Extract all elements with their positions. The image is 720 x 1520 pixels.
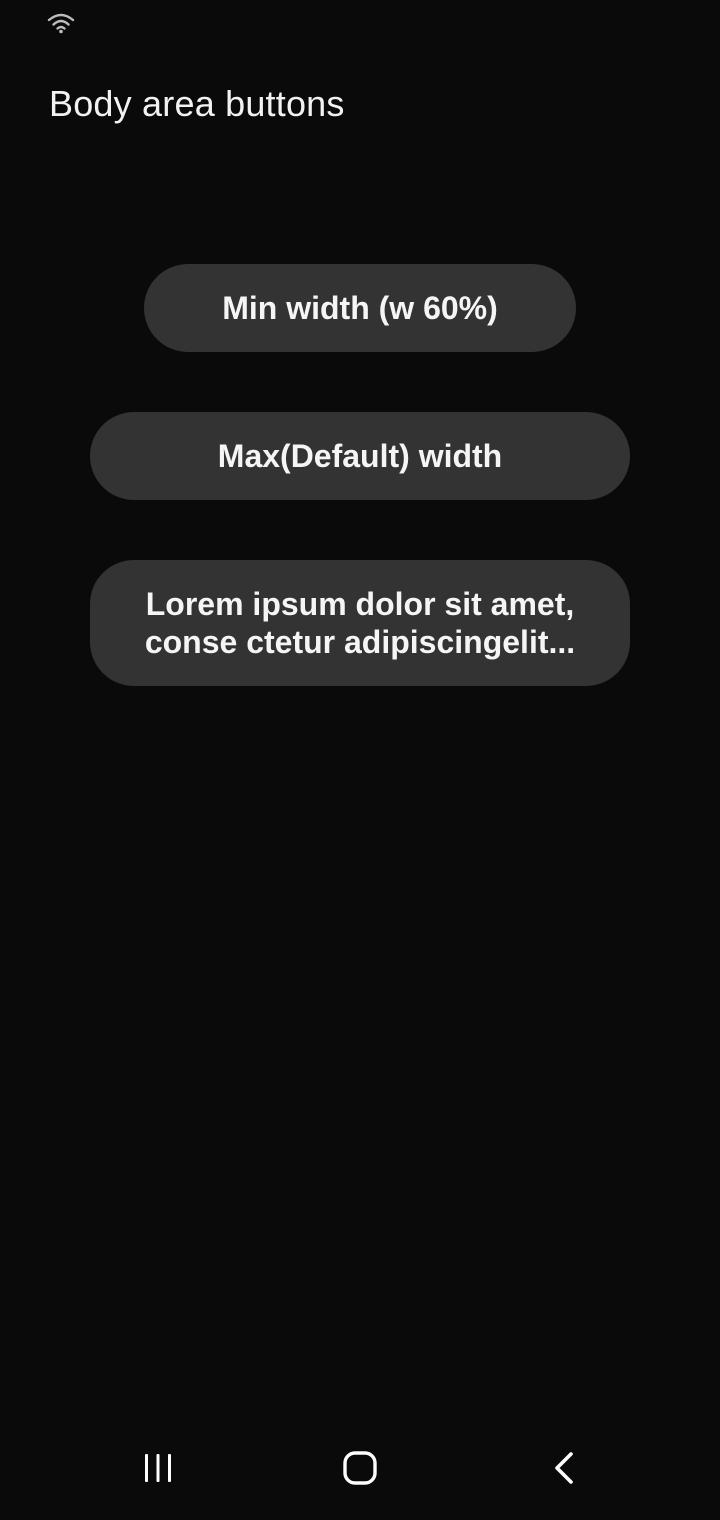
back-button[interactable] bbox=[534, 1444, 594, 1496]
home-button[interactable] bbox=[330, 1444, 390, 1496]
max-width-button[interactable]: Max(Default) width bbox=[90, 412, 630, 500]
min-width-button-label: Min width (w 60%) bbox=[222, 289, 498, 326]
navigation-bar bbox=[0, 1420, 720, 1520]
lorem-ipsum-button[interactable]: Lorem ipsum dolor sit amet, conse ctetur… bbox=[90, 560, 630, 686]
back-icon bbox=[551, 1451, 577, 1490]
page-title: Body area buttons bbox=[49, 83, 345, 124]
recents-icon bbox=[142, 1452, 174, 1489]
screen: Body area buttons Min width (w 60%) Max(… bbox=[0, 0, 720, 1520]
recents-button[interactable] bbox=[128, 1444, 188, 1496]
wifi-icon bbox=[47, 12, 75, 34]
max-width-button-label: Max(Default) width bbox=[217, 437, 503, 474]
min-width-button[interactable]: Min width (w 60%) bbox=[144, 264, 576, 352]
home-icon bbox=[342, 1450, 378, 1491]
status-bar bbox=[0, 0, 720, 44]
lorem-ipsum-button-label: Lorem ipsum dolor sit amet, conse ctetur… bbox=[144, 586, 576, 660]
